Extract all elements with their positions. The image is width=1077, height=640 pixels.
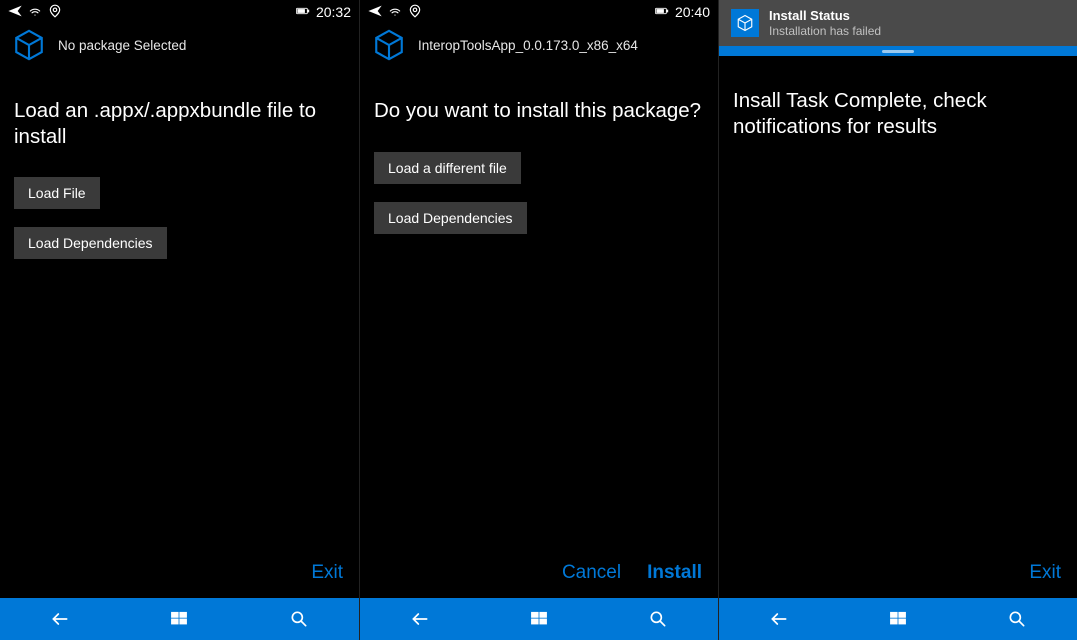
airplane-icon xyxy=(368,4,382,21)
clock: 20:40 xyxy=(675,4,710,20)
screen-3: Install Status Installation has failed I… xyxy=(718,0,1077,640)
start-button[interactable] xyxy=(525,605,553,633)
notification-handle[interactable] xyxy=(719,46,1077,56)
prompt-text: Load an .appx/.appxbundle file to instal… xyxy=(14,98,345,149)
package-icon xyxy=(12,28,46,62)
airplane-icon xyxy=(8,4,22,21)
header-title: InteropToolsApp_0.0.173.0_x86_x64 xyxy=(418,38,638,53)
back-button[interactable] xyxy=(46,605,74,633)
status-bar: 20:40 xyxy=(360,0,718,24)
search-button[interactable] xyxy=(644,605,672,633)
battery-icon xyxy=(655,4,669,21)
load-dependencies-button[interactable]: Load Dependencies xyxy=(374,202,527,234)
location-icon xyxy=(48,4,62,21)
header-title: No package Selected xyxy=(58,38,186,53)
package-icon xyxy=(731,9,759,37)
app-header: No package Selected xyxy=(0,24,359,78)
navbar xyxy=(719,598,1077,640)
load-dependencies-button[interactable]: Load Dependencies xyxy=(14,227,167,259)
location-icon xyxy=(408,4,422,21)
exit-link[interactable]: Exit xyxy=(1029,562,1061,584)
back-button[interactable] xyxy=(765,605,793,633)
screen-1: 20:32 No package Selected Load an .appx/… xyxy=(0,0,359,640)
content: Insall Task Complete, check notification… xyxy=(719,56,1077,554)
start-button[interactable] xyxy=(884,605,912,633)
load-different-file-button[interactable]: Load a different file xyxy=(374,152,521,184)
bottom-actions: Exit xyxy=(719,554,1077,598)
status-bar: 20:32 xyxy=(0,0,359,24)
content: Do you want to install this package? Loa… xyxy=(360,78,718,554)
package-icon xyxy=(372,28,406,62)
prompt-text: Do you want to install this package? xyxy=(374,98,704,124)
bottom-actions: Exit xyxy=(0,554,359,598)
bottom-actions: Cancel Install xyxy=(360,554,718,598)
screen-2: 20:40 InteropToolsApp_0.0.173.0_x86_x64 … xyxy=(359,0,718,640)
drag-handle-icon xyxy=(882,50,914,53)
navbar xyxy=(0,598,359,640)
app-header: InteropToolsApp_0.0.173.0_x86_x64 xyxy=(360,24,718,78)
install-link[interactable]: Install xyxy=(647,562,702,584)
clock: 20:32 xyxy=(316,4,351,20)
load-file-button[interactable]: Load File xyxy=(14,177,100,209)
cancel-link[interactable]: Cancel xyxy=(562,562,621,584)
start-button[interactable] xyxy=(165,605,193,633)
search-button[interactable] xyxy=(285,605,313,633)
exit-link[interactable]: Exit xyxy=(311,562,343,584)
notification-banner[interactable]: Install Status Installation has failed xyxy=(719,0,1077,46)
notification-subtitle: Installation has failed xyxy=(769,24,881,38)
prompt-text: Insall Task Complete, check notification… xyxy=(733,88,1063,139)
wifi-icon xyxy=(28,4,42,21)
navbar xyxy=(360,598,718,640)
notification-title: Install Status xyxy=(769,8,881,24)
search-button[interactable] xyxy=(1003,605,1031,633)
battery-icon xyxy=(296,4,310,21)
content: Load an .appx/.appxbundle file to instal… xyxy=(0,78,359,554)
back-button[interactable] xyxy=(406,605,434,633)
wifi-icon xyxy=(388,4,402,21)
